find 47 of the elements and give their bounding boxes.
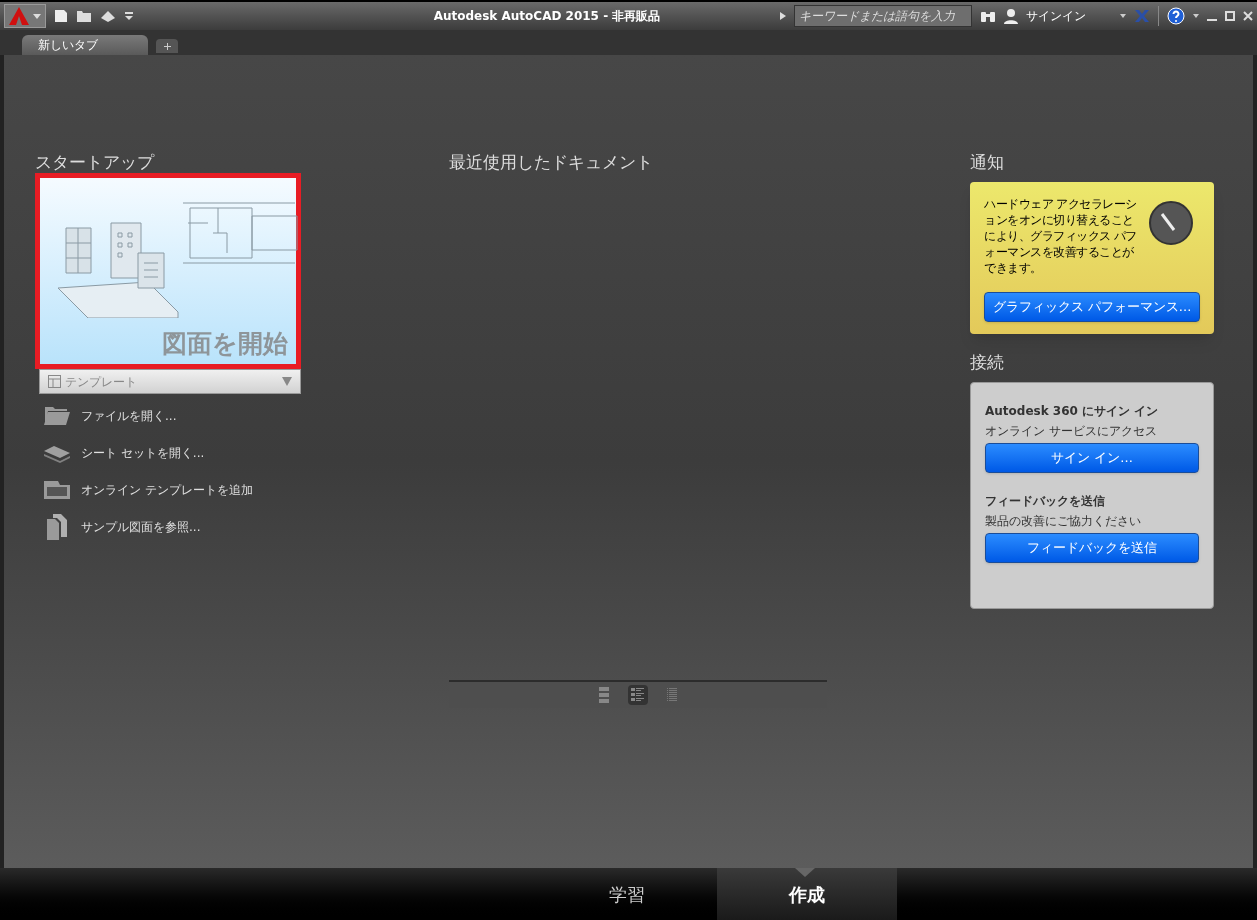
pointer-icon <box>794 868 815 877</box>
section-heading: 接続 <box>970 352 1005 372</box>
start-action-link[interactable]: シート セットを開く... <box>81 444 205 462</box>
sheets-icon <box>43 443 71 463</box>
sign-in-menu[interactable]: サインイン <box>1026 7 1126 25</box>
graphics-performance-button[interactable]: グラフィックス パフォーマンス... <box>984 292 1200 322</box>
folder-icon[interactable] <box>76 9 92 23</box>
connect-button[interactable]: フィードバックを送信 <box>985 533 1199 563</box>
start-action-link[interactable]: サンプル図面を参照... <box>81 518 201 536</box>
start-drawing-label: 図面を開始 <box>162 331 288 356</box>
caret-icon <box>282 377 292 386</box>
list-view-icon <box>667 688 677 702</box>
start-action-link[interactable]: ファイルを開く... <box>81 407 177 425</box>
section-title: Autodesk 360 にサイン イン <box>985 403 1160 419</box>
close-icon[interactable] <box>1243 11 1253 21</box>
plus-icon <box>163 42 171 50</box>
logo-icon <box>9 7 29 25</box>
notification-message: ハードウェア アクセラレーションをオンに切り替えることにより、グラフィックス パフォーマンスを改善することができます。 <box>984 196 1138 276</box>
section-heading: 通知 <box>970 152 1005 172</box>
detail-view-icon <box>631 688 645 702</box>
large-view-icon <box>599 687 609 703</box>
window-title: Autodesk AutoCAD 2015 - 非再販品 <box>433 8 661 25</box>
new-file-icon[interactable] <box>54 9 68 23</box>
user-icon <box>1004 8 1018 24</box>
folder-icon <box>43 406 71 426</box>
view-mode-button[interactable] <box>628 685 648 705</box>
section-title: フィードバックを送信 <box>985 493 1106 509</box>
document-icon <box>45 513 69 541</box>
add-tab-button[interactable] <box>156 39 178 53</box>
document-tab[interactable]: 新しいタブ <box>22 35 148 55</box>
section-heading: 最近使用したドキュメント <box>449 152 654 172</box>
section-subtitle: オンライン サービスにアクセス <box>985 423 1158 439</box>
help-icon[interactable] <box>1167 7 1185 25</box>
caret-icon[interactable] <box>124 11 134 21</box>
bottom-tab[interactable]: 学習 <box>536 868 717 920</box>
expand-arrow-icon[interactable] <box>780 12 786 20</box>
section-subtitle: 製品の改善にご協力ください <box>985 513 1142 529</box>
section-heading: スタートアップ <box>35 152 156 172</box>
caret-icon <box>1120 14 1126 18</box>
caret-icon <box>33 13 41 19</box>
start-action-link[interactable]: オンライン テンプレートを追加 <box>81 481 253 499</box>
connect-button[interactable]: サイン イン... <box>985 443 1199 473</box>
maximize-icon[interactable] <box>1225 11 1235 21</box>
search-field[interactable]: キーワードまたは語句を入力 <box>794 5 972 27</box>
gauge-icon <box>1148 200 1194 246</box>
caret-icon[interactable] <box>1193 14 1199 18</box>
bottom-tab[interactable]: 作成 <box>716 868 897 920</box>
